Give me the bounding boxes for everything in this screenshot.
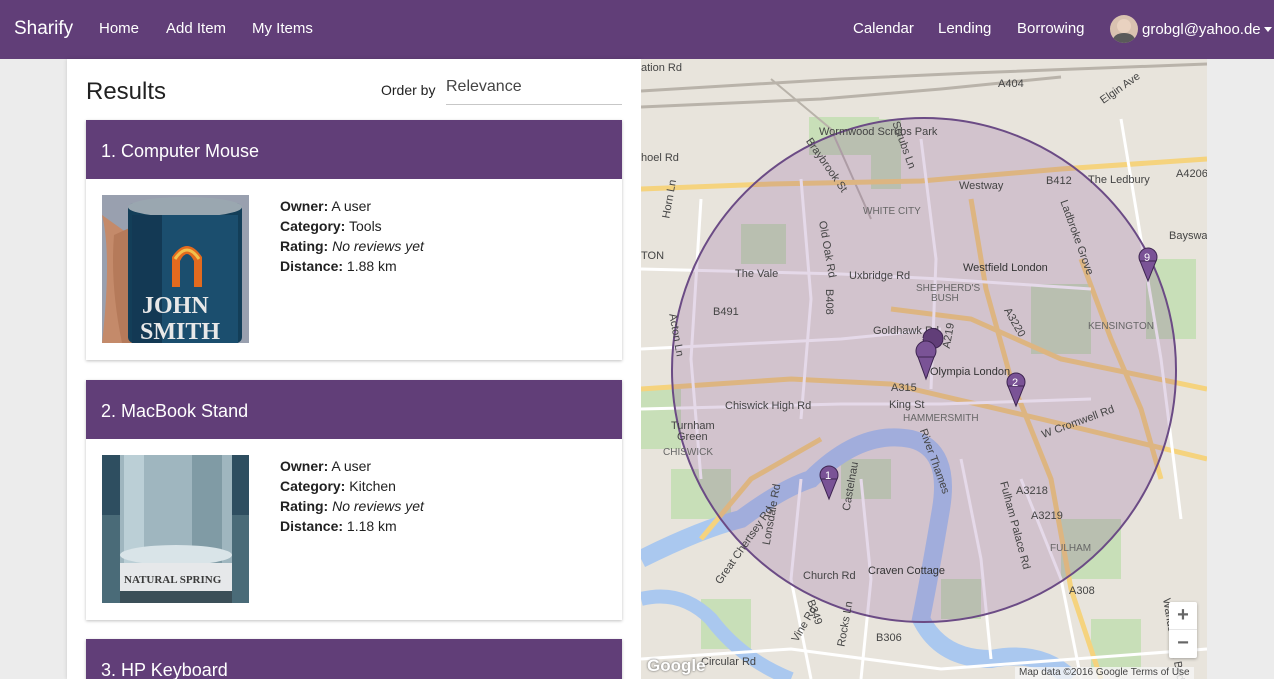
item-properties: Owner: A user Category: Kitchen Rating: …	[280, 456, 424, 536]
map-label-b408: B408	[823, 289, 835, 315]
svg-text:NATURAL SPRING: NATURAL SPRING	[124, 574, 222, 586]
map-label-green: Green	[677, 431, 708, 443]
marker-label: 9	[1144, 252, 1150, 264]
marker-label: 1	[825, 470, 831, 482]
map-label-white-city: WHITE CITY	[863, 206, 921, 217]
nav-my-items[interactable]: My Items	[252, 20, 313, 38]
order-by-label: Order by	[381, 82, 436, 98]
owner-label: Owner:	[280, 458, 329, 474]
owner-value: A user	[331, 458, 372, 474]
item-properties: Owner: A user Category: Tools Rating: No…	[280, 196, 424, 276]
map-label-westway: Westway	[959, 180, 1004, 192]
map-label-hammersmith: HAMMERSMITH	[903, 413, 979, 424]
category-value: Kitchen	[349, 478, 396, 494]
map-label-westfield: Westfield London	[963, 262, 1048, 274]
card-title[interactable]: 3. HP Keyboard	[86, 639, 622, 679]
map-label-ation: ation Rd	[641, 62, 682, 74]
map-label-chiswick-high: Chiswick High Rd	[725, 400, 811, 412]
result-card[interactable]: 1. Computer Mouse JOHN SMITH Owner: A us…	[86, 120, 622, 360]
card-body: NATURAL SPRING Owner: A user Category: K…	[86, 439, 622, 620]
map-label-a404: A404	[998, 78, 1024, 90]
map-attribution[interactable]: Map data ©2016 Google Terms of Use	[1015, 667, 1194, 679]
item-image[interactable]: JOHN SMITH	[102, 195, 249, 343]
owner-value: A user	[331, 198, 372, 214]
nav-calendar[interactable]: Calendar	[853, 20, 914, 38]
page-gutter	[1207, 59, 1274, 679]
user-email: grobgl@yahoo.de	[1142, 20, 1261, 38]
card-body: JOHN SMITH Owner: A user Category: Tools…	[86, 179, 622, 360]
rating-label: Rating:	[280, 498, 329, 514]
map-label-circular: Circular Rd	[701, 656, 756, 668]
result-card[interactable]: 3. HP Keyboard	[86, 639, 622, 679]
rating-value: No reviews yet	[332, 238, 424, 254]
svg-text:JOHN: JOHN	[142, 293, 209, 319]
user-menu[interactable]: grobgl@yahoo.de	[1110, 15, 1272, 43]
nav-lending[interactable]: Lending	[938, 20, 991, 38]
zoom-in-button[interactable]: +	[1169, 602, 1197, 630]
map-label-hoel: hoel Rd	[641, 152, 679, 164]
map-label-olympia: Olympia London	[930, 366, 1010, 378]
owner-label: Owner:	[280, 198, 329, 214]
avatar	[1110, 15, 1138, 43]
card-title[interactable]: 2. MacBook Stand	[86, 380, 622, 439]
distance-value: 1.18 km	[346, 518, 397, 534]
category-label: Category:	[280, 218, 346, 234]
map-label-bayswater: Bayswat	[1169, 230, 1207, 242]
map-label-a315: A315	[891, 382, 917, 394]
map-label-chiswick: CHISWICK	[663, 447, 713, 458]
map-label-a308: A308	[1069, 585, 1095, 597]
rating-value: No reviews yet	[332, 498, 424, 514]
map-label-b306: B306	[876, 632, 902, 644]
map-label-elgin: Elgin Ave	[1098, 70, 1142, 106]
map-label-craven: Craven Cottage	[868, 565, 945, 577]
item-image[interactable]: NATURAL SPRING	[102, 455, 249, 603]
result-card[interactable]: 2. MacBook Stand NATURAL SPRING Owner: A…	[86, 380, 622, 620]
category-value: Tools	[349, 218, 382, 234]
results-title: Results	[86, 78, 167, 105]
map-label-a4206: A4206	[1176, 168, 1207, 180]
caret-down-icon	[1263, 26, 1272, 32]
map-label-king-st: King St	[889, 399, 924, 411]
zoom-out-button[interactable]: −	[1169, 630, 1197, 658]
brand-logo[interactable]: Sharify	[14, 17, 73, 41]
order-by-select[interactable]: Relevance	[446, 75, 622, 105]
nav-home[interactable]: Home	[99, 20, 139, 38]
marker-label: 2	[1012, 377, 1018, 389]
map-label-fulham: FULHAM	[1050, 543, 1091, 554]
distance-value: 1.88 km	[346, 258, 397, 274]
top-navbar: Sharify Home Add Item My Items Calendar …	[0, 0, 1274, 59]
map-view[interactable]: Wormwood Scrubs Park WHITE CITY Westfiel…	[641, 59, 1207, 679]
map-label-a3218: A3218	[1016, 485, 1048, 497]
category-label: Category:	[280, 478, 346, 494]
map-label-wormwood: Wormwood Scrubs Park	[819, 126, 938, 138]
results-panel: Results Order by Relevance 1. Computer M…	[67, 59, 641, 679]
distance-label: Distance:	[280, 258, 344, 274]
map-label-bush: BUSH	[931, 293, 959, 304]
map-label-ledbury: The Ledbury	[1088, 174, 1150, 186]
map-label-horn-ln: Horn Ln	[660, 179, 679, 220]
map-label-the-vale: The Vale	[735, 268, 778, 280]
distance-label: Distance:	[280, 518, 344, 534]
map-label-church-rd: Church Rd	[803, 570, 856, 582]
nav-add-item[interactable]: Add Item	[166, 20, 226, 38]
map-label-a3219: A3219	[1031, 510, 1063, 522]
google-logo: Google	[647, 656, 706, 675]
nav-borrowing[interactable]: Borrowing	[1017, 20, 1085, 38]
rating-label: Rating:	[280, 238, 329, 254]
zoom-control: + −	[1169, 602, 1197, 658]
map-label-uxbridge: Uxbridge Rd	[849, 270, 910, 282]
map-label-ton: TON	[641, 250, 664, 262]
card-title[interactable]: 1. Computer Mouse	[86, 120, 622, 179]
map-label-b491: B491	[713, 306, 739, 318]
svg-text:SMITH: SMITH	[140, 319, 220, 343]
map-label-b412: B412	[1046, 175, 1072, 187]
map-label-kensington: KENSINGTON	[1088, 321, 1154, 332]
map-canvas[interactable]: Wormwood Scrubs Park WHITE CITY Westfiel…	[641, 59, 1207, 679]
